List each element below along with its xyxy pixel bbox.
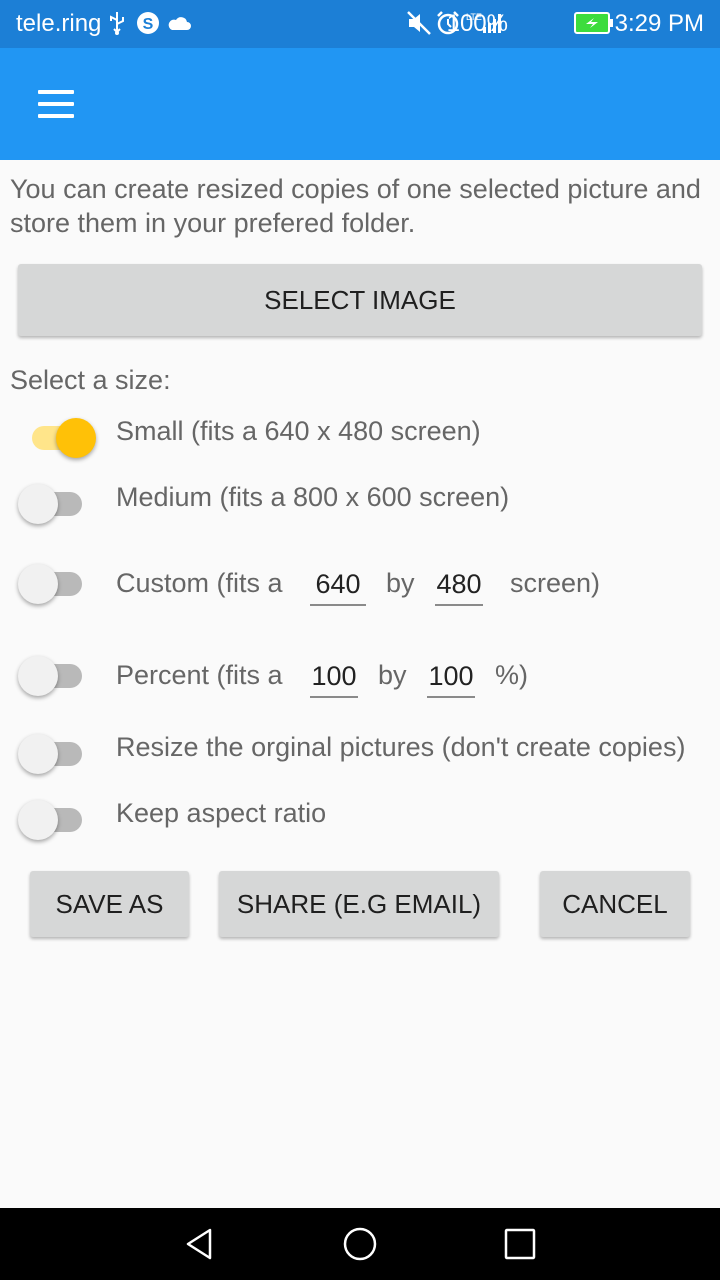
save-as-button[interactable]: SAVE AS [30, 871, 189, 937]
home-icon[interactable] [340, 1224, 380, 1264]
share-button[interactable]: SHARE (E.G EMAIL) [219, 871, 499, 937]
mute-icon [406, 10, 432, 41]
navigation-bar [0, 1208, 720, 1280]
intro-text: You can create resized copies of one sel… [10, 174, 701, 238]
carrier-name: tele.ring [16, 10, 102, 37]
custom-height-input[interactable]: 480 [435, 566, 483, 606]
medium-size-label: Medium (fits a 800 x 600 screen) [116, 482, 510, 512]
switch-thumb [18, 656, 58, 696]
switch-thumb [18, 800, 58, 840]
resize-original-label: Resize the orginal pictures (don't creat… [116, 732, 686, 762]
usb-icon [108, 10, 126, 41]
percent-size-prefix: Percent (fits a [116, 660, 283, 690]
status-bar: tele.ring S LTE 100% 3:29 PM [0, 0, 720, 48]
recents-icon[interactable] [500, 1224, 540, 1264]
keep-aspect-label: Keep aspect ratio [116, 798, 327, 828]
skype-icon: S [135, 10, 161, 41]
svg-text:S: S [143, 16, 154, 33]
cancel-button[interactable]: CANCEL [540, 871, 690, 937]
percent-height-input[interactable]: 100 [427, 658, 475, 698]
switch-thumb [18, 734, 58, 774]
small-size-label: Small (fits a 640 x 480 screen) [116, 416, 481, 446]
custom-width-input[interactable]: 640 [310, 566, 366, 606]
switch-thumb [18, 484, 58, 524]
percent-width-input[interactable]: 100 [310, 658, 358, 698]
size-label: Select a size: [10, 365, 171, 395]
switch-thumb [56, 418, 96, 458]
clock: 3:29 PM [614, 10, 704, 37]
back-icon[interactable] [180, 1224, 220, 1264]
medium-size-switch[interactable] [18, 482, 84, 526]
select-image-button[interactable]: SELECT IMAGE [18, 264, 702, 336]
custom-size-switch[interactable] [18, 562, 84, 606]
custom-size-prefix: Custom (fits a [116, 568, 283, 598]
resize-original-switch[interactable] [18, 732, 84, 776]
custom-size-suffix: screen) [510, 568, 601, 598]
battery-percent: 100% [446, 10, 508, 37]
percent-size-suffix: %) [495, 660, 528, 690]
percent-by-label: by [378, 660, 407, 690]
app-bar [0, 48, 720, 160]
switch-thumb [18, 564, 58, 604]
cloud-icon [166, 14, 192, 37]
percent-size-switch[interactable] [18, 654, 84, 698]
keep-aspect-switch[interactable] [18, 798, 84, 842]
battery-charging-icon [574, 12, 614, 41]
custom-by-label: by [386, 568, 415, 598]
small-size-switch[interactable] [18, 416, 96, 460]
hamburger-menu-icon[interactable] [28, 82, 84, 126]
